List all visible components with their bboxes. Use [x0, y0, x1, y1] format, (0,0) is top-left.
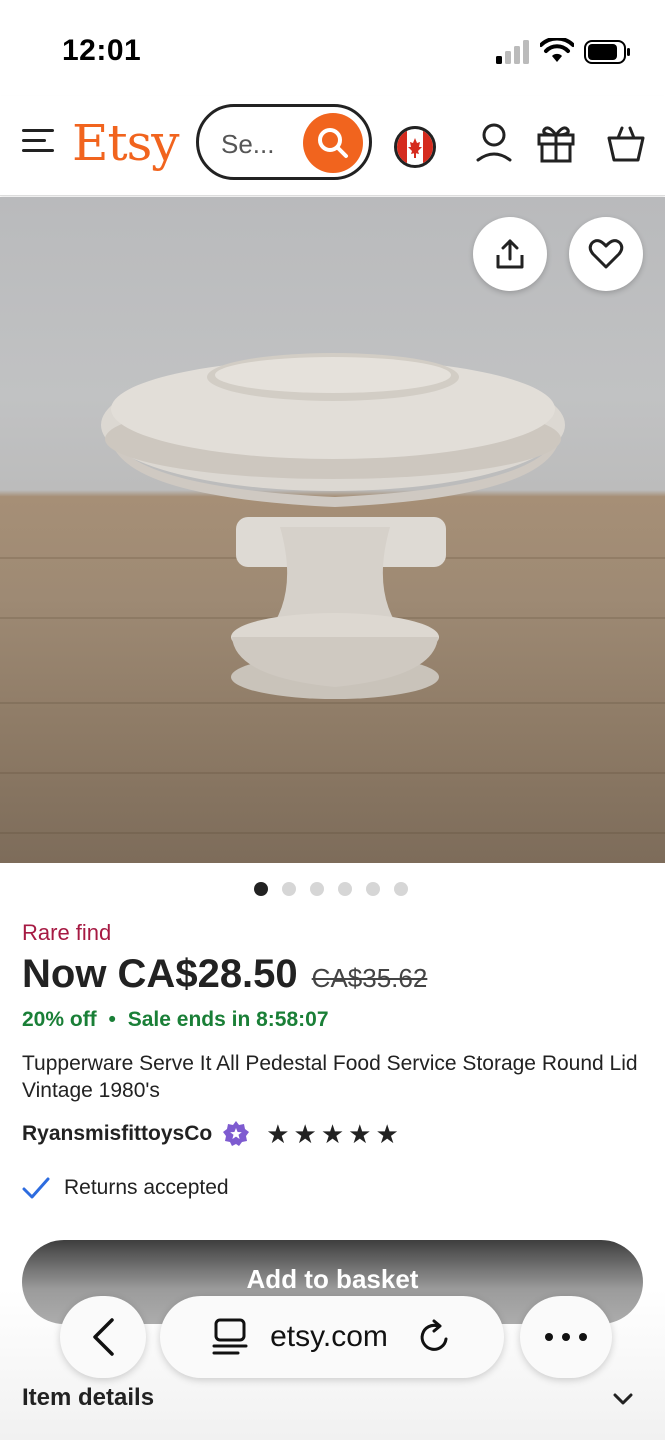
carousel-dot[interactable]: [254, 882, 268, 896]
browser-address-bar[interactable]: etsy.com: [160, 1296, 504, 1378]
returns-info: Returns accepted: [22, 1176, 229, 1200]
seller-row: RyansmisfittoysCo ★ ★ ★ ★ ★: [22, 1120, 399, 1148]
search-input[interactable]: Se...: [221, 129, 274, 160]
star-icon: ★: [293, 1119, 317, 1149]
wifi-icon: [540, 38, 574, 62]
browser-more-button[interactable]: [520, 1296, 612, 1378]
discount-text: 20% off: [22, 1008, 97, 1031]
carousel-dot[interactable]: [366, 882, 380, 896]
heart-icon: [588, 239, 624, 269]
etsy-logo[interactable]: Etsy: [72, 114, 179, 172]
site-header: Etsy Se...: [0, 96, 665, 196]
original-price: CA$35.62: [311, 963, 428, 993]
sale-info: 20% off • Sale ends in 8:58:07: [22, 1008, 329, 1032]
price-row: Now CA$28.50 CA$35.62: [22, 952, 427, 997]
sale-ends-text: Sale ends in 8:58:07: [127, 1008, 329, 1031]
rare-find-badge: Rare find: [22, 920, 112, 945]
menu-icon[interactable]: [22, 126, 56, 156]
current-price: Now CA$28.50: [22, 952, 298, 996]
seller-name-link[interactable]: RyansmisfittoysCo: [22, 1122, 212, 1146]
url-text[interactable]: etsy.com: [270, 1320, 388, 1354]
region-selector-button[interactable]: [394, 126, 436, 168]
battery-icon: [584, 40, 630, 64]
reload-icon[interactable]: [418, 1319, 452, 1355]
tabs-icon[interactable]: [212, 1317, 248, 1357]
rating-stars[interactable]: ★ ★ ★ ★ ★: [266, 1121, 399, 1147]
product-image[interactable]: [0, 197, 665, 863]
carousel-dot[interactable]: [394, 882, 408, 896]
browser-back-button[interactable]: [60, 1296, 146, 1378]
status-time: 12:01: [62, 34, 142, 67]
returns-text: Returns accepted: [64, 1176, 229, 1199]
more-icon: [545, 1333, 587, 1341]
star-icon: ★: [266, 1119, 290, 1149]
share-icon: [496, 239, 524, 269]
product-title: Tupperware Serve It All Pedestal Food Se…: [22, 1052, 638, 1102]
image-carousel-dots: [254, 882, 408, 896]
canada-flag-icon: [397, 129, 433, 165]
star-icon: ★: [320, 1119, 345, 1149]
status-bar: 12:01: [0, 0, 665, 96]
search-bar[interactable]: Se...: [196, 104, 372, 180]
sale-separator: •: [108, 1008, 116, 1031]
account-icon[interactable]: [474, 122, 514, 164]
cellular-signal-icon: [496, 40, 529, 64]
star-icon: ★: [348, 1119, 372, 1149]
tupperware-pedestal-image: [101, 353, 565, 699]
carousel-dot[interactable]: [338, 882, 352, 896]
basket-icon[interactable]: [606, 122, 646, 164]
back-icon: [93, 1318, 114, 1356]
checkmark-icon: [22, 1177, 50, 1199]
star-seller-badge-icon: [223, 1121, 250, 1146]
search-icon: [318, 128, 348, 158]
gift-icon[interactable]: [536, 122, 576, 164]
favorite-button[interactable]: [569, 217, 643, 291]
carousel-dot[interactable]: [310, 882, 324, 896]
star-icon: ★: [375, 1119, 399, 1149]
carousel-dot[interactable]: [282, 882, 296, 896]
chevron-down-icon[interactable]: [612, 1390, 634, 1408]
item-details-heading[interactable]: Item details: [22, 1384, 154, 1412]
share-button[interactable]: [473, 217, 547, 291]
search-button[interactable]: [303, 113, 363, 173]
